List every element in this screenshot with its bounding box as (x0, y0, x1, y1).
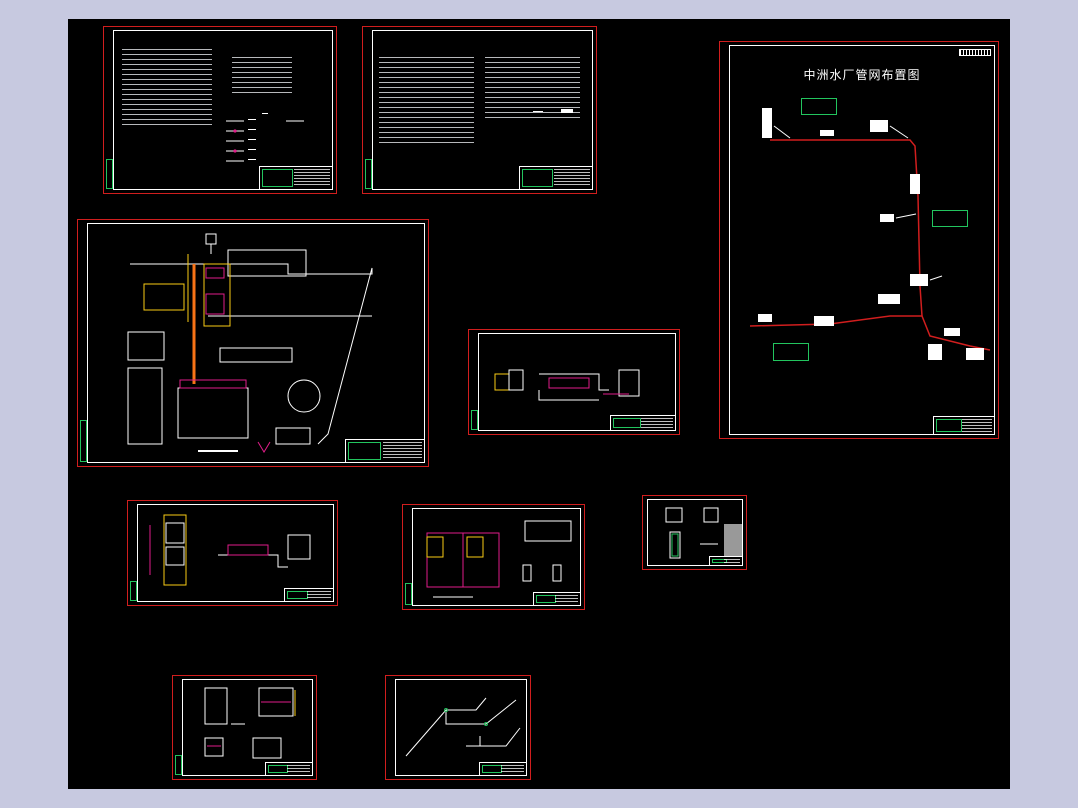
sheet-margin-strip (471, 410, 478, 430)
title-block-text (962, 419, 992, 432)
drawing-sheet-pipe-isometric[interactable] (385, 675, 531, 780)
title-block-stamp (936, 419, 962, 432)
title-block-text (555, 595, 578, 603)
sheet-title-block (533, 592, 581, 606)
title-block-stamp (613, 418, 641, 428)
sheet-margin-strip (365, 159, 372, 189)
title-block-stamp (287, 591, 309, 599)
sheet-title-block (610, 415, 676, 431)
title-block-text (501, 765, 524, 773)
drawing-sheet-process-profile[interactable] (468, 329, 680, 435)
pipe-network-drawing (749, 108, 991, 360)
title-block-stamp (536, 595, 557, 603)
title-block-text (307, 591, 331, 599)
sheet-title-block (284, 588, 334, 602)
drawing-sheet-valve-detail[interactable] (642, 495, 747, 570)
drawing-sheet-site-plan[interactable] (77, 219, 429, 467)
cad-model-space[interactable]: 中洲水厂管网布置图 (68, 19, 1010, 789)
sheet-title-block (479, 762, 527, 776)
drawing-sheet-network-layout[interactable]: 中洲水厂管网布置图 (719, 41, 999, 439)
sheet-margin-strip (80, 420, 87, 462)
title-block-text (287, 765, 310, 773)
drawing-sheet-general-notes[interactable] (362, 26, 597, 194)
sheet-title-block (259, 166, 333, 190)
sheet-frame: 中洲水厂管网布置图 (729, 45, 995, 435)
sheet-margin-strip (106, 159, 113, 189)
site-plan-drawing (127, 233, 373, 453)
sheet-frame (87, 223, 425, 463)
drawing-sheet-filter-building[interactable] (402, 504, 585, 610)
sheet-margin-strip (130, 581, 137, 601)
drawing-sheet-design-notes[interactable] (103, 26, 337, 194)
title-block-stamp (262, 169, 293, 187)
drawing-sheet-clearwater-tank[interactable] (172, 675, 317, 780)
sheet-title-block (519, 166, 593, 190)
title-block-text (554, 169, 590, 187)
title-block-stamp (522, 169, 553, 187)
sheet-title-block (345, 439, 425, 463)
sheet-title-block (265, 762, 313, 776)
drawing-sheet-pump-house[interactable] (127, 500, 338, 606)
title-block-text (294, 169, 330, 187)
title-block-text (383, 442, 422, 460)
sheet-title-block (933, 416, 995, 435)
title-block-stamp (348, 442, 382, 460)
title-block-text (641, 418, 673, 428)
sheet-margin-strip (175, 755, 182, 775)
title-block-stamp (482, 765, 503, 773)
title-block-text (724, 559, 740, 563)
sheet-title-block (709, 556, 743, 566)
sheet-margin-strip (405, 583, 412, 605)
title-block-stamp (268, 765, 289, 773)
